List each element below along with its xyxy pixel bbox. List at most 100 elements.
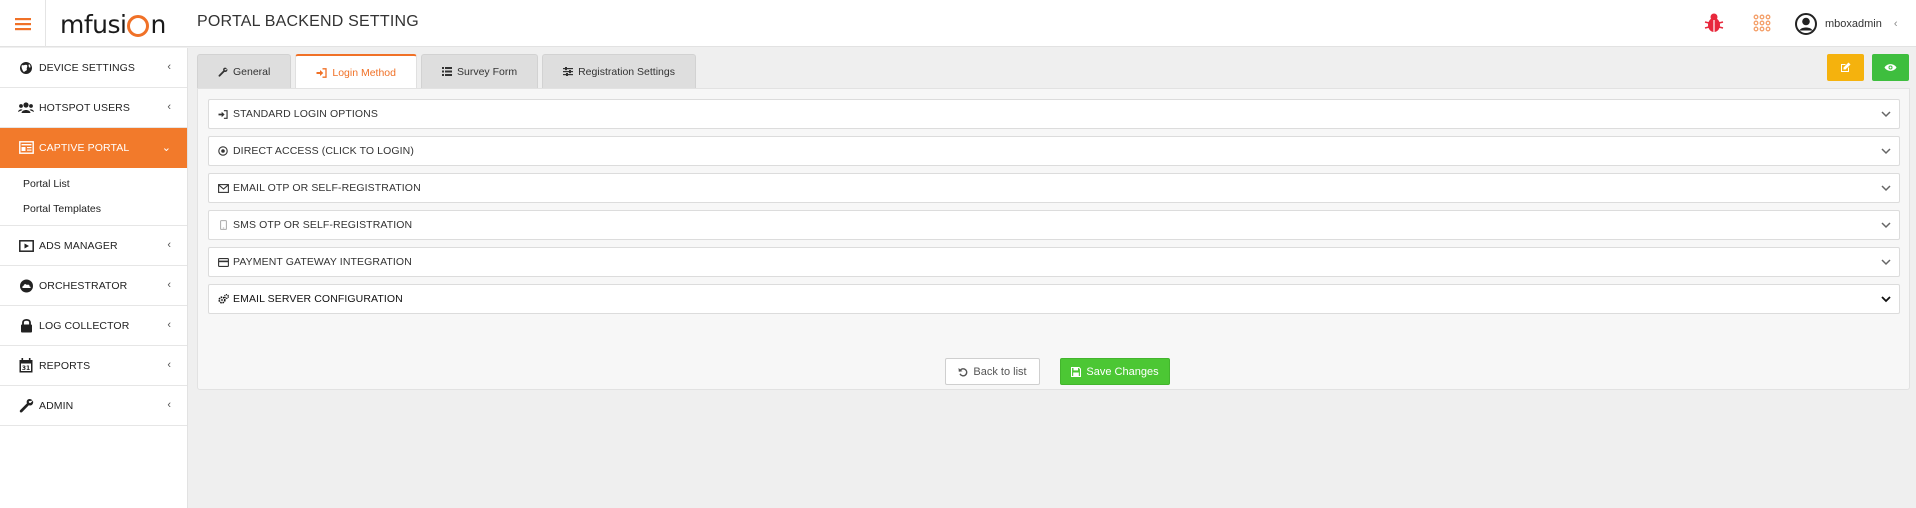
- accordion-email-server-configuration[interactable]: EMAIL SERVER CONFIGURATION: [208, 284, 1900, 314]
- user-menu-chevron-icon: ‹: [1893, 18, 1898, 30]
- sidebar-item-label: DEVICE SETTINGS: [39, 61, 136, 74]
- sidebar-item-label: HOTSPOT USERS: [39, 101, 130, 114]
- sidebar-item-label: LOG COLLECTOR: [39, 319, 130, 332]
- mobile-icon: [217, 219, 229, 231]
- tab-registration-settings[interactable]: Registration Settings: [542, 54, 696, 88]
- sidebar-item-label: ADMIN: [39, 399, 74, 412]
- svg-text:31: 31: [22, 365, 30, 372]
- chevron-down-icon: [1881, 222, 1891, 229]
- captive-portal-submenu: Portal List Portal Templates: [0, 168, 187, 226]
- target-icon: [217, 145, 229, 157]
- accordion-email-otp[interactable]: EMAIL OTP OR SELF-REGISTRATION: [208, 173, 1900, 203]
- accordion-title: PAYMENT GATEWAY INTEGRATION: [233, 256, 412, 268]
- chevron-down-icon: [1881, 185, 1891, 192]
- wrench-icon: [18, 398, 34, 414]
- portal-icon: [18, 140, 34, 156]
- chevron-down-icon: [1881, 111, 1891, 118]
- chevron-down-icon: [1881, 259, 1891, 266]
- list-icon: [442, 67, 452, 76]
- back-to-list-label: Back to list: [973, 365, 1027, 378]
- chevron-left-icon: ‹: [167, 279, 171, 291]
- sidebar-item-label: CAPTIVE PORTAL: [39, 141, 130, 154]
- sign-in-icon: [316, 67, 328, 78]
- undo-icon: [958, 367, 968, 377]
- submenu-item-portal-list[interactable]: Portal List: [0, 172, 187, 197]
- chevron-down-icon: [1881, 296, 1891, 303]
- accordion-title: STANDARD LOGIN OPTIONS: [233, 108, 378, 120]
- sidebar-item-label: ADS MANAGER: [39, 239, 118, 252]
- edit-button[interactable]: [1827, 54, 1864, 81]
- save-changes-label: Save Changes: [1086, 365, 1159, 378]
- sidebar-item-label: REPORTS: [39, 359, 91, 372]
- sidebar-item-device-settings[interactable]: DEVICE SETTINGS ‹: [0, 48, 187, 88]
- tab-label: Login Method: [332, 66, 396, 79]
- sidebar-item-admin[interactable]: ADMIN ‹: [0, 386, 187, 426]
- chevron-left-icon: ‹: [167, 319, 171, 331]
- hamburger-icon: [14, 17, 31, 30]
- submenu-item-portal-templates[interactable]: Portal Templates: [0, 197, 187, 222]
- users-icon: [18, 100, 34, 116]
- sidebar-item-log-collector[interactable]: LOG COLLECTOR ‹: [0, 306, 187, 346]
- sliders-icon: [563, 67, 574, 76]
- calendar-icon: 31: [18, 358, 34, 374]
- menu-toggle-button[interactable]: [0, 0, 46, 47]
- chevron-left-icon: ‹: [167, 101, 171, 113]
- tab-general[interactable]: General: [197, 54, 292, 88]
- sidebar-item-label: ORCHESTRATOR: [39, 279, 128, 292]
- globe-icon: [18, 60, 34, 76]
- edit-icon: [1841, 62, 1851, 72]
- bug-icon[interactable]: [1703, 12, 1725, 34]
- logo-text-end: n: [150, 9, 166, 39]
- sidebar-item-reports[interactable]: 31 REPORTS ‹: [0, 346, 187, 386]
- top-bar: mfusi n PORTAL BACKEND SETTING mboxadmin …: [0, 0, 1916, 47]
- cogs-icon: [217, 293, 229, 305]
- sidebar-item-orchestrator[interactable]: ORCHESTRATOR ‹: [0, 266, 187, 306]
- sidebar-item-captive-portal[interactable]: CAPTIVE PORTAL ⌄: [0, 128, 187, 168]
- chevron-down-icon: ⌄: [161, 142, 171, 154]
- tab-bar: General Login Method Survey Form Registr…: [197, 54, 700, 89]
- accordion-title: EMAIL OTP OR SELF-REGISTRATION: [233, 182, 421, 194]
- chevron-left-icon: ‹: [167, 359, 171, 371]
- tab-label: General: [233, 65, 271, 78]
- logo-text-start: mfusi: [60, 9, 127, 39]
- tab-label: Survey Form: [457, 65, 518, 78]
- sidebar: DEVICE SETTINGS ‹ HOTSPOT USERS ‹ CAPTIV…: [0, 48, 188, 508]
- eye-icon: [1884, 64, 1897, 71]
- accordion-sms-otp[interactable]: SMS OTP OR SELF-REGISTRATION: [208, 210, 1900, 240]
- username-label: mboxadmin: [1825, 18, 1882, 30]
- accordion-direct-access[interactable]: DIRECT ACCESS (CLICK TO LOGIN): [208, 136, 1900, 166]
- accordion-title: DIRECT ACCESS (CLICK TO LOGIN): [233, 145, 414, 157]
- tab-survey-form[interactable]: Survey Form: [421, 54, 539, 88]
- chevron-left-icon: ‹: [167, 239, 171, 251]
- lock-icon: [18, 318, 34, 334]
- accordion-title: SMS OTP OR SELF-REGISTRATION: [233, 219, 413, 231]
- accordion-title: EMAIL SERVER CONFIGURATION: [233, 293, 403, 305]
- user-menu[interactable]: mboxadmin ‹: [1795, 12, 1898, 36]
- mfusion-logo[interactable]: mfusi n: [60, 9, 166, 39]
- tab-login-method[interactable]: Login Method: [295, 54, 417, 89]
- tab-label: Registration Settings: [578, 65, 675, 78]
- preview-button[interactable]: [1872, 54, 1909, 81]
- envelope-icon: [217, 182, 229, 194]
- credit-card-icon: [217, 256, 229, 268]
- save-changes-button[interactable]: Save Changes: [1060, 358, 1170, 385]
- main-panel: General Login Method Survey Form Registr…: [197, 54, 1910, 390]
- play-icon: [18, 238, 34, 254]
- login-method-content: STANDARD LOGIN OPTIONS DIRECT ACCESS (CL…: [197, 88, 1910, 390]
- wrench-icon: [218, 67, 228, 77]
- accordion-standard-login-options[interactable]: STANDARD LOGIN OPTIONS: [208, 99, 1900, 129]
- sidebar-item-ads-manager[interactable]: ADS MANAGER ‹: [0, 226, 187, 266]
- sign-in-icon: [217, 108, 229, 120]
- apps-grid-icon[interactable]: [1753, 14, 1771, 32]
- sidebar-item-hotspot-users[interactable]: HOTSPOT USERS ‹: [0, 88, 187, 128]
- accordion-payment-gateway[interactable]: PAYMENT GATEWAY INTEGRATION: [208, 247, 1900, 277]
- save-icon: [1071, 366, 1082, 377]
- page-title: PORTAL BACKEND SETTING: [197, 13, 419, 30]
- logo-o-mark: [127, 15, 150, 37]
- user-avatar-icon: [1795, 13, 1817, 35]
- back-to-list-button[interactable]: Back to list: [945, 358, 1040, 385]
- chevron-down-icon: [1881, 148, 1891, 155]
- cloud-icon: [18, 278, 34, 294]
- chevron-left-icon: ‹: [167, 61, 171, 73]
- chevron-left-icon: ‹: [167, 399, 171, 411]
